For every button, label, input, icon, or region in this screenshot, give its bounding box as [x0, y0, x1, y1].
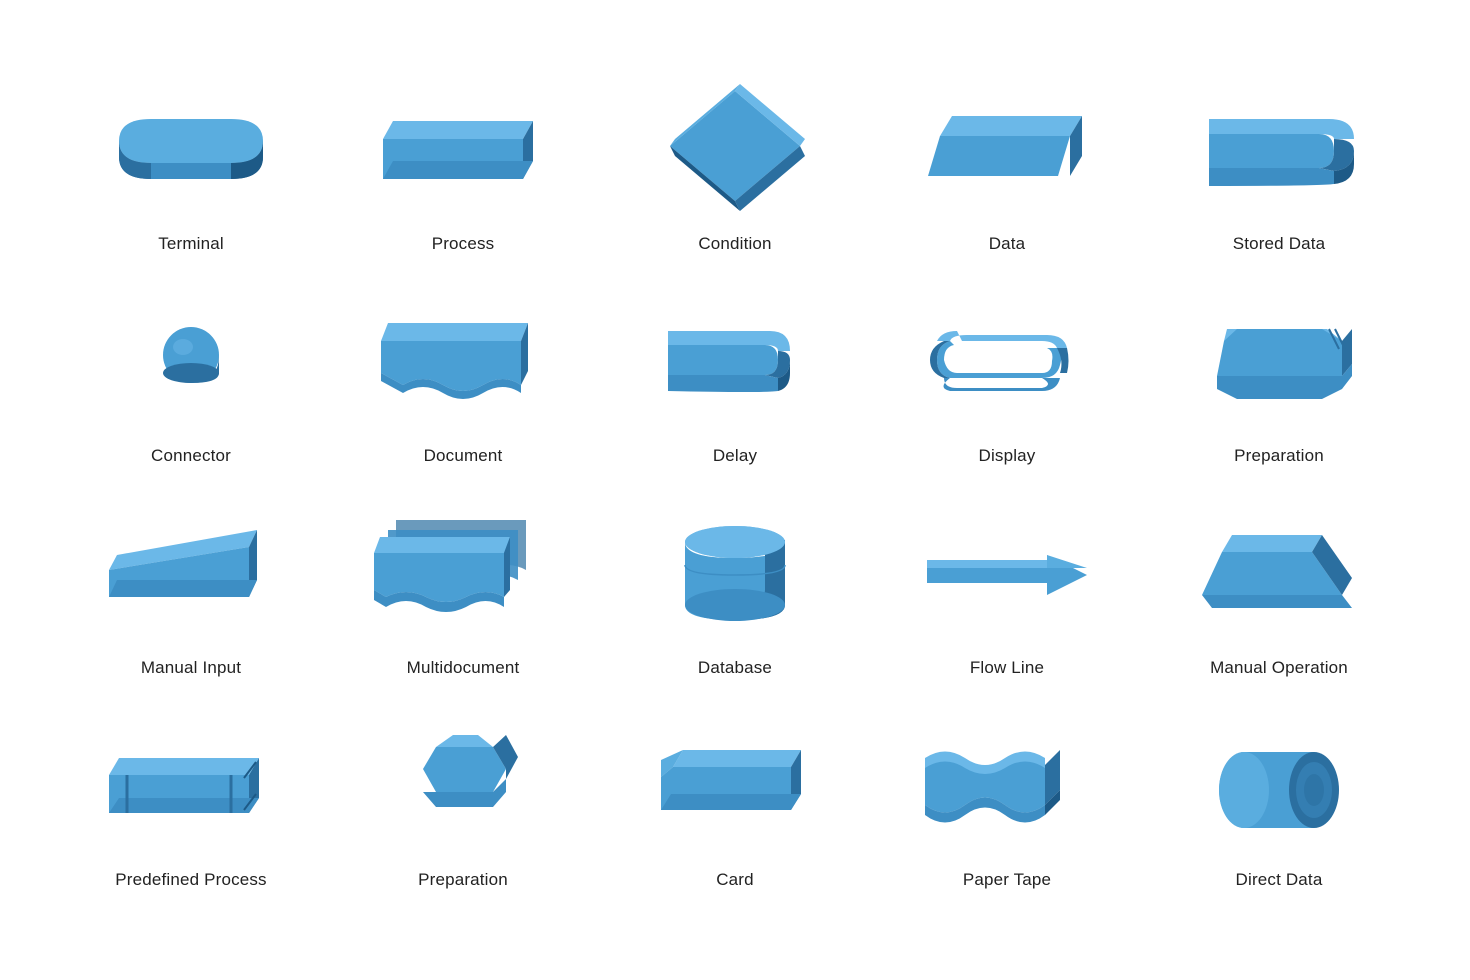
delay-cell: Delay	[599, 278, 871, 490]
shapes-grid: Terminal Process	[35, 46, 1435, 934]
preparation2-cell: Preparation	[327, 702, 599, 914]
paper-tape-label: Paper Tape	[963, 870, 1051, 890]
predefined-process-label: Predefined Process	[115, 870, 266, 890]
multidocument-label: Multidocument	[407, 658, 520, 678]
database-label: Database	[698, 658, 772, 678]
data-shape	[881, 86, 1133, 216]
terminal-shape	[65, 86, 317, 216]
data-cell: Data	[871, 66, 1143, 278]
flow-line-label: Flow Line	[970, 658, 1044, 678]
preparation2-label: Preparation	[418, 870, 508, 890]
delay-shape	[609, 298, 861, 428]
direct-data-shape	[1153, 722, 1405, 852]
database-shape	[609, 510, 861, 640]
database-cell: Database	[599, 490, 871, 702]
manual-operation-label: Manual Operation	[1210, 658, 1348, 678]
preparation-shape	[1153, 298, 1405, 428]
connector-cell: Connector	[55, 278, 327, 490]
terminal-label: Terminal	[158, 234, 224, 254]
card-label: Card	[716, 870, 754, 890]
manual-input-label: Manual Input	[141, 658, 241, 678]
connector-shape	[65, 298, 317, 428]
card-shape	[609, 722, 861, 852]
flow-line-shape	[881, 510, 1133, 640]
terminal-cell: Terminal	[55, 66, 327, 278]
manual-input-cell: Manual Input	[55, 490, 327, 702]
preparation-cell: Preparation	[1143, 278, 1415, 490]
condition-shape	[609, 86, 861, 216]
manual-input-shape	[65, 510, 317, 640]
card-cell: Card	[599, 702, 871, 914]
display-label: Display	[979, 446, 1036, 466]
manual-operation-shape	[1153, 510, 1405, 640]
stored-data-cell: Stored Data	[1143, 66, 1415, 278]
document-cell: Document	[327, 278, 599, 490]
direct-data-cell: Direct Data	[1143, 702, 1415, 914]
data-label: Data	[989, 234, 1026, 254]
multidocument-shape	[337, 510, 589, 640]
multidocument-cell: Multidocument	[327, 490, 599, 702]
connector-label: Connector	[151, 446, 231, 466]
condition-label: Condition	[698, 234, 771, 254]
stored-data-shape	[1153, 86, 1405, 216]
document-shape	[337, 298, 589, 428]
predefined-process-cell: Predefined Process	[55, 702, 327, 914]
process-label: Process	[432, 234, 495, 254]
flow-line-cell: Flow Line	[871, 490, 1143, 702]
process-cell: Process	[327, 66, 599, 278]
direct-data-label: Direct Data	[1236, 870, 1323, 890]
preparation2-shape	[337, 722, 589, 852]
stored-data-label: Stored Data	[1233, 234, 1326, 254]
document-label: Document	[424, 446, 503, 466]
condition-cell: Condition	[599, 66, 871, 278]
preparation-label: Preparation	[1234, 446, 1324, 466]
paper-tape-cell: Paper Tape	[871, 702, 1143, 914]
delay-label: Delay	[713, 446, 757, 466]
display-cell: Display	[871, 278, 1143, 490]
process-shape	[337, 86, 589, 216]
manual-operation-cell: Manual Operation	[1143, 490, 1415, 702]
display-shape	[881, 298, 1133, 428]
paper-tape-shape	[881, 722, 1133, 852]
predefined-process-shape	[65, 722, 317, 852]
